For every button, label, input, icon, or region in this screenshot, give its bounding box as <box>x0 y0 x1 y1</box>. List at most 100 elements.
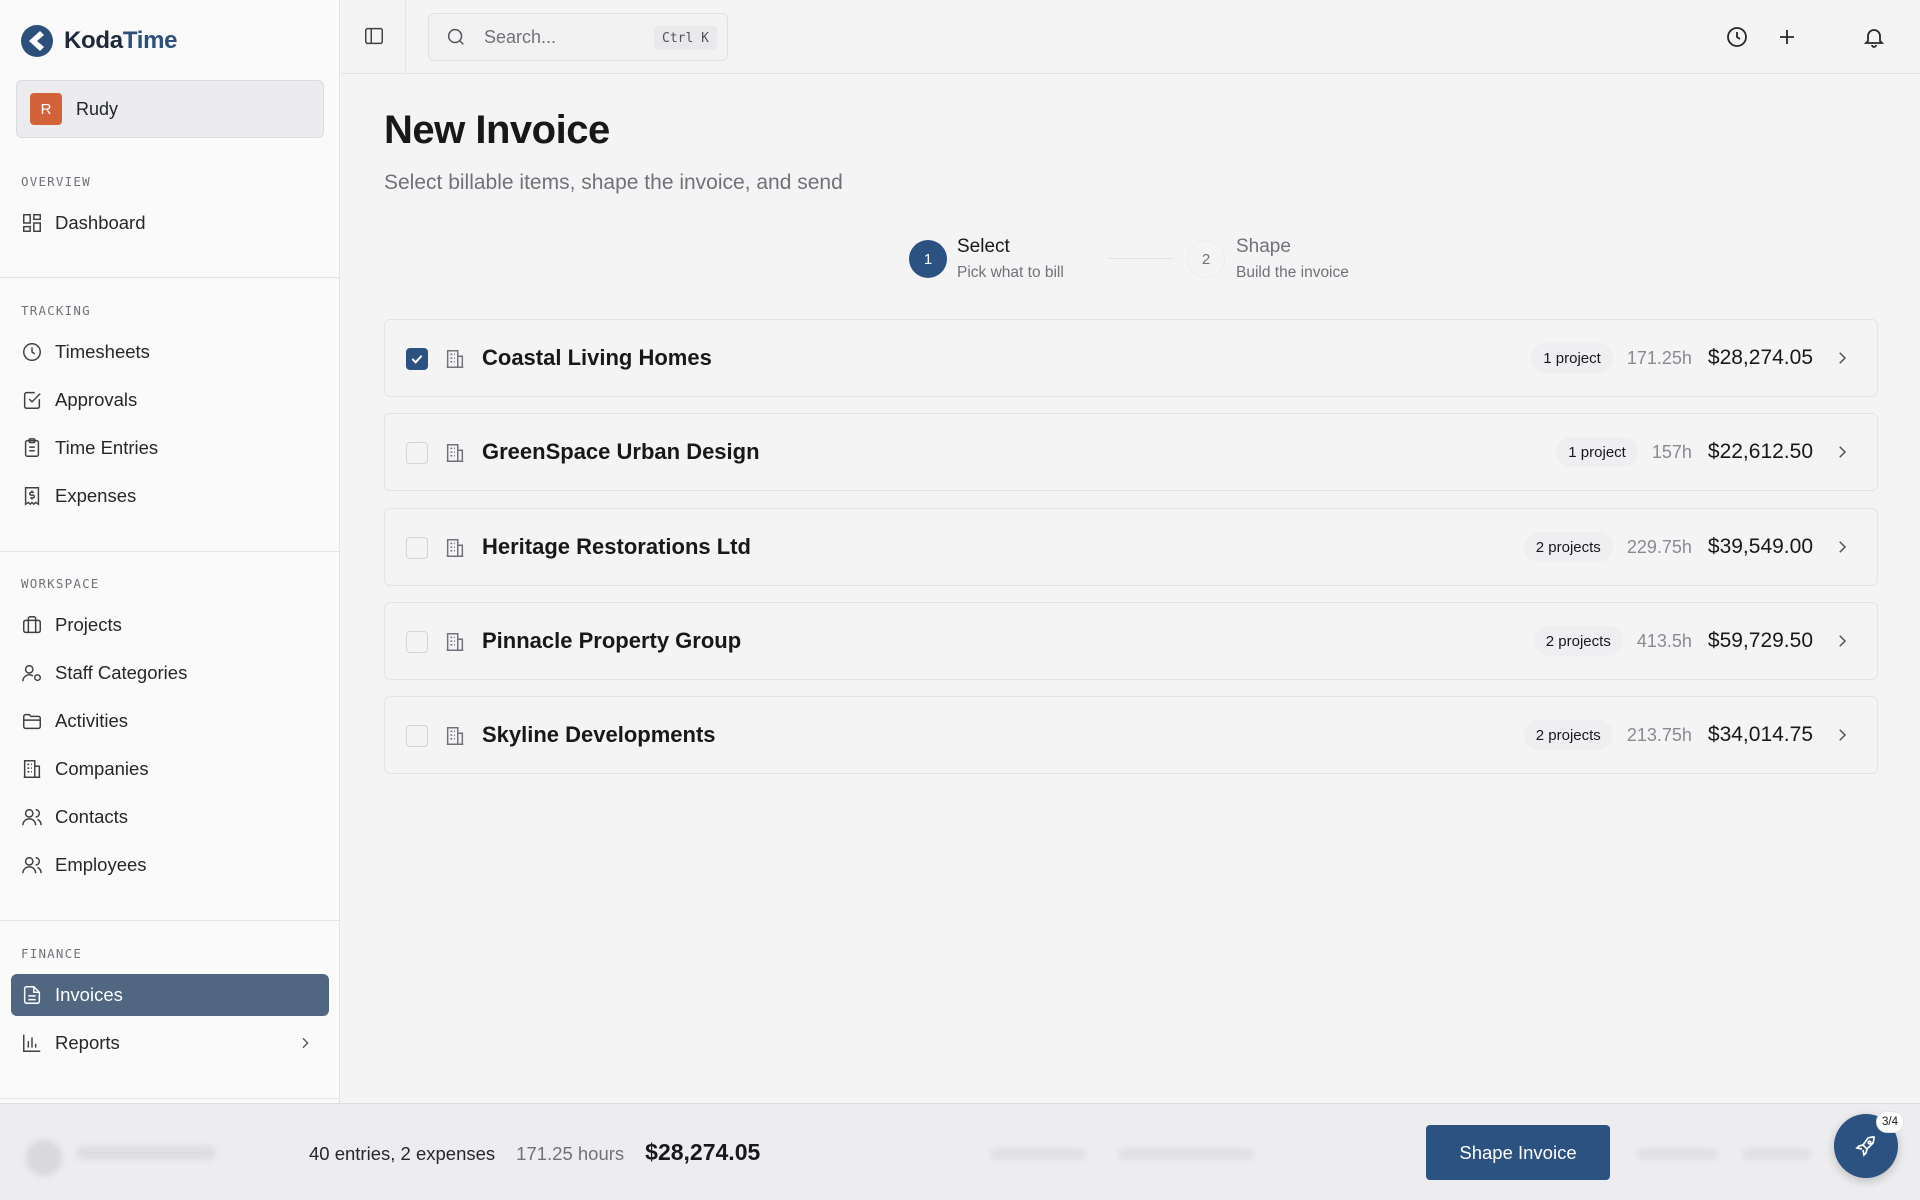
page-subtitle: Select billable items, shape the invoice… <box>384 171 843 194</box>
company-hours: 213.75h <box>1626 724 1692 745</box>
sidebar-item-label: Invoices <box>55 984 123 1005</box>
sidebar-item-staff-categories[interactable]: Staff Categories <box>11 652 329 694</box>
company-checkbox[interactable] <box>406 442 428 464</box>
company-row[interactable]: Heritage Restorations Ltd 2 projects 229… <box>384 508 1878 586</box>
chevron-right-icon[interactable] <box>1833 632 1851 650</box>
chevron-right-icon[interactable] <box>1833 443 1851 461</box>
company-row[interactable]: GreenSpace Urban Design 1 project 157h $… <box>384 413 1878 491</box>
building-icon <box>446 539 464 557</box>
sidebar-item-companies[interactable]: Companies <box>11 748 329 790</box>
sidebar-item-label: Staff Categories <box>55 662 188 683</box>
step-number-select[interactable]: 1 <box>909 240 947 278</box>
topbar-divider <box>405 0 406 74</box>
summary-hours: 171.25 hours <box>516 1143 625 1164</box>
building-icon <box>23 760 41 778</box>
sidebar-divider <box>0 1098 340 1099</box>
chevron-right-icon[interactable] <box>1833 726 1851 744</box>
sidebar-item-expenses[interactable]: Expenses <box>11 475 329 517</box>
search-icon <box>447 28 464 45</box>
company-row[interactable]: Skyline Developments 2 projects 213.75h … <box>384 696 1878 774</box>
sidebar-item-contacts[interactable]: Contacts <box>11 796 329 838</box>
brand-name: KodaTime <box>64 27 178 55</box>
step-connector <box>1108 258 1174 259</box>
page-title: New Invoice <box>384 108 610 152</box>
company-hours: 413.5h <box>1636 630 1692 651</box>
company-checkbox[interactable] <box>406 537 428 559</box>
building-icon <box>446 444 464 462</box>
bell-icon[interactable] <box>1862 25 1886 49</box>
step-title-shape: Shape <box>1236 236 1291 257</box>
invoice-summary-bar: 40 entries, 2 expenses 171.25 hours $28,… <box>0 1103 1920 1200</box>
users-icon <box>22 856 42 874</box>
shape-invoice-button[interactable]: Shape Invoice <box>1426 1125 1610 1180</box>
step-number-shape[interactable]: 2 <box>1187 240 1225 278</box>
building-icon <box>446 350 464 368</box>
chevron-right-icon[interactable] <box>1833 538 1851 556</box>
company-amount: $28,274.05 <box>1707 346 1813 369</box>
briefcase-icon <box>23 616 41 634</box>
user-switcher[interactable]: R Rudy <box>16 80 324 138</box>
blurred-placeholder <box>1636 1148 1718 1160</box>
sidebar-item-label: Dashboard <box>55 212 146 233</box>
summary-entries: 40 entries, 2 expenses <box>309 1143 496 1164</box>
sidebar-item-invoices[interactable]: Invoices <box>11 974 329 1016</box>
sidebar-item-employees[interactable]: Employees <box>11 844 329 886</box>
building-icon <box>446 727 464 745</box>
chevron-right-icon <box>302 1037 309 1049</box>
company-amount: $34,014.75 <box>1707 723 1813 746</box>
sidebar-item-time-entries[interactable]: Time Entries <box>11 427 329 469</box>
clock-icon[interactable] <box>1725 25 1749 49</box>
sidebar-item-reports[interactable]: Reports <box>11 1022 329 1064</box>
chevron-right-icon[interactable] <box>1833 349 1851 367</box>
koda-logo-icon <box>21 25 53 57</box>
company-amount: $39,549.00 <box>1707 535 1813 558</box>
company-row[interactable]: Pinnacle Property Group 2 projects 413.5… <box>384 602 1878 680</box>
company-name: Heritage Restorations Ltd <box>482 534 751 559</box>
sidebar-item-label: Time Entries <box>55 437 159 458</box>
sidebar-item-label: Timesheets <box>55 341 150 362</box>
company-name: Coastal Living Homes <box>482 345 712 370</box>
search-input[interactable]: Search... Ctrl K <box>428 13 728 61</box>
building-icon <box>446 633 464 651</box>
users-icon <box>22 808 42 826</box>
sidebar-item-timesheets[interactable]: Timesheets <box>11 331 329 373</box>
plus-icon[interactable] <box>1775 25 1799 49</box>
blurred-avatar <box>26 1140 62 1176</box>
company-hours: 157h <box>1651 441 1692 462</box>
search-shortcut: Ctrl K <box>654 26 717 50</box>
step-title-select: Select <box>957 236 1010 257</box>
sidebar-divider <box>0 551 340 552</box>
step-desc-select: Pick what to bill <box>957 264 1064 281</box>
step-desc-shape: Build the invoice <box>1236 264 1349 281</box>
sidebar: KodaTime R Rudy OVERVIEW Dashboard TRACK… <box>0 0 340 1200</box>
sidebar-item-activities[interactable]: Activities <box>11 700 329 742</box>
company-checkbox[interactable] <box>406 725 428 747</box>
search-placeholder: Search... <box>484 26 557 47</box>
company-checkbox[interactable] <box>406 348 428 370</box>
company-row[interactable]: Coastal Living Homes 1 project 171.25h $… <box>384 319 1878 397</box>
sidebar-item-dashboard[interactable]: Dashboard <box>11 202 329 244</box>
blurred-placeholder <box>1742 1148 1812 1160</box>
clipboard-icon <box>24 438 40 457</box>
sidebar-item-approvals[interactable]: Approvals <box>11 379 329 421</box>
sidebar-toggle-icon[interactable] <box>363 25 385 47</box>
avatar: R <box>30 93 62 125</box>
section-label-overview: OVERVIEW <box>21 174 91 189</box>
dashboard-icon <box>23 214 41 232</box>
company-amount: $22,612.50 <box>1707 440 1813 463</box>
company-checkbox[interactable] <box>406 631 428 653</box>
folder-icon <box>23 713 41 730</box>
blurred-placeholder <box>1118 1148 1254 1160</box>
user-name: Rudy <box>76 98 119 119</box>
brand-logo[interactable]: KodaTime <box>20 24 178 58</box>
sidebar-divider <box>0 920 340 921</box>
project-count-badge: 2 projects <box>1523 532 1613 562</box>
sidebar-item-projects[interactable]: Projects <box>11 604 329 646</box>
company-name: Skyline Developments <box>482 722 716 747</box>
clock-icon <box>23 343 41 361</box>
sidebar-item-label: Projects <box>55 614 122 635</box>
sidebar-item-label: Contacts <box>55 806 129 827</box>
sidebar-item-label: Employees <box>55 854 147 875</box>
company-name: Pinnacle Property Group <box>482 628 742 653</box>
sidebar-item-label: Reports <box>55 1032 120 1053</box>
